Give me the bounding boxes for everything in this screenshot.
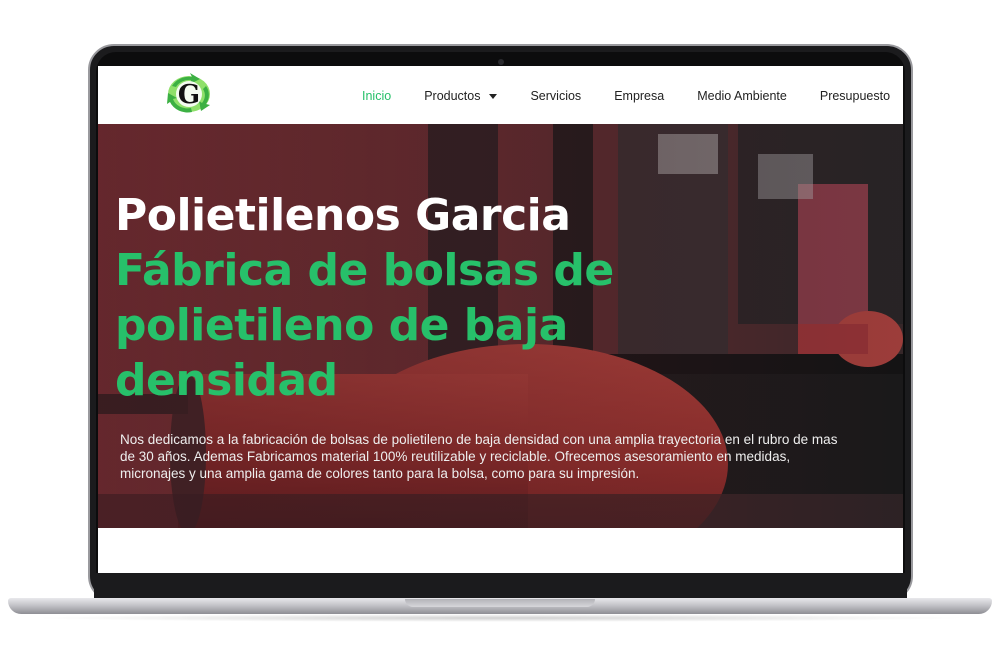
laptop-screen: G Inicio Productos Servicios Empresa Med… [98, 66, 903, 573]
laptop-hinge-notch [405, 599, 595, 607]
hero-title-accent: Fábrica de bolsas de polietileno de baja… [115, 245, 614, 406]
recycle-arrows-logo-icon[interactable]: G [162, 72, 216, 116]
hero-section: Polietilenos Garcia Fábrica de bolsas de… [98, 124, 903, 528]
nav-item-label: Medio Ambiente [697, 89, 787, 103]
nav-item-label: Productos [424, 89, 481, 103]
logo-letter: G [178, 80, 200, 110]
main-menu: Inicio Productos Servicios Empresa Medio… [362, 86, 903, 106]
hero-heading: Polietilenos Garcia Fábrica de bolsas de… [115, 188, 675, 408]
caret-down-icon [489, 94, 498, 99]
hero-title-brand: Polietilenos Garcia [115, 190, 571, 241]
hero-description: Nos dedicamos a la fabricación de bolsas… [120, 432, 838, 481]
camera-icon [497, 59, 504, 65]
laptop-shadow [30, 614, 970, 622]
nav-item-label: Presupuesto [819, 89, 891, 103]
nav-item-label: Servicios [530, 89, 582, 103]
nav-item-medio-ambiente[interactable]: Medio Ambiente [697, 89, 787, 103]
site-header: G Inicio Productos Servicios Empresa Med… [98, 66, 903, 124]
laptop-mockup: G Inicio Productos Servicios Empresa Med… [0, 0, 1000, 667]
nav-item-servicios[interactable]: Servicios [530, 89, 581, 103]
nav-item-empresa[interactable]: Empresa [614, 89, 664, 103]
nav-item-inicio[interactable]: Inicio [362, 89, 391, 103]
nav-item-label: Empresa [614, 89, 665, 103]
nav-item-presupuesto[interactable]: Presupuesto [820, 89, 890, 103]
nav-item-productos[interactable]: Productos [424, 89, 498, 103]
nav-item-label: Inicio [362, 89, 392, 103]
